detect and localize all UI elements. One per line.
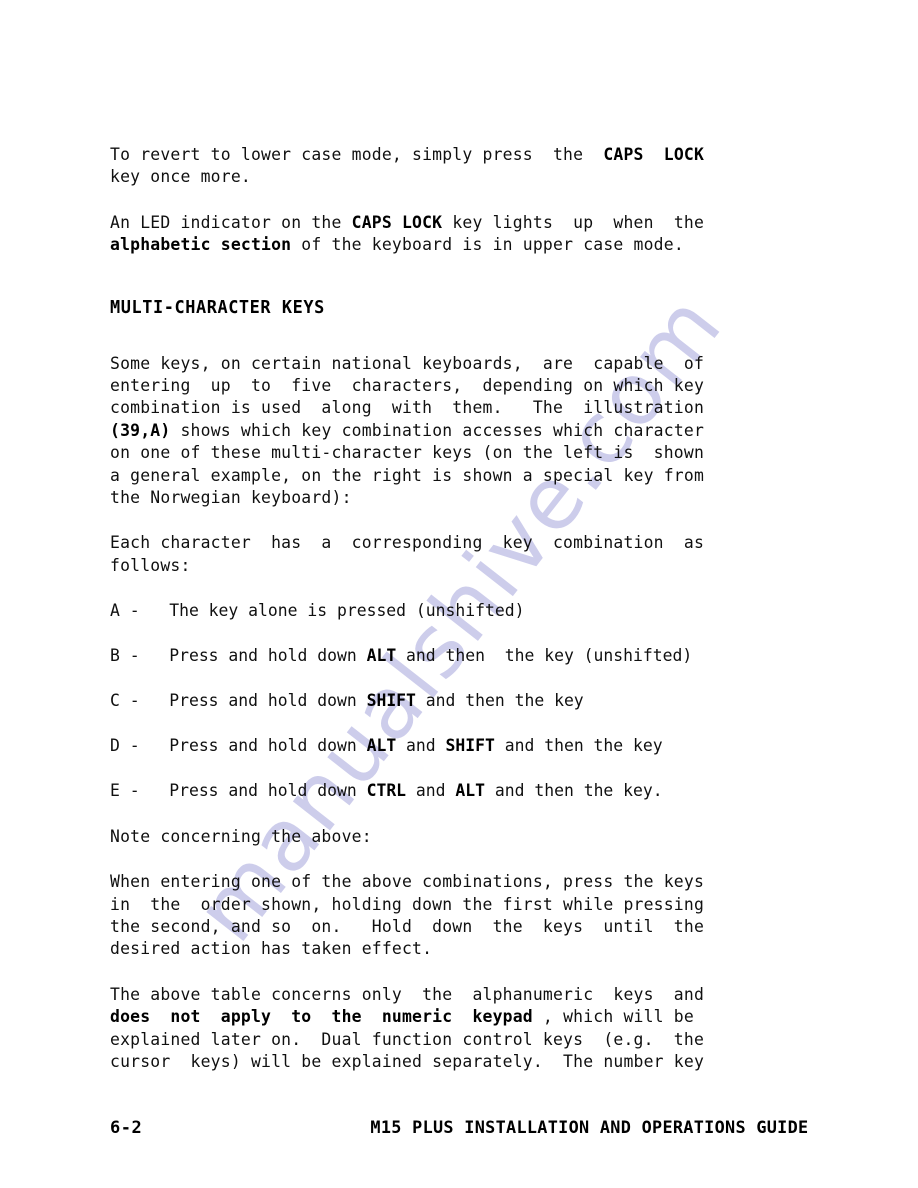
list-item-letter: E - — [110, 781, 140, 801]
list-item-letter: B - — [110, 646, 140, 666]
caps-lock-key-bold-1: CAPS LOCK — [603, 145, 705, 164]
numeric-keypad-bold: does not apply to the numeric keypad — [110, 1007, 533, 1027]
paragraph-2-text-c: of the keyboard is in upper case mode. — [291, 235, 684, 255]
list-item-text-after: and then the key. — [485, 781, 663, 801]
list-item-key-1: ALT — [366, 736, 397, 756]
paragraph-led-indicator: An LED indicator on the CAPS LOCK key li… — [110, 212, 810, 257]
paragraph-2-text-b: key lights up when the — [452, 212, 705, 232]
paragraph-when-entering: When entering one of the above combinati… — [110, 872, 705, 959]
paragraph-note-concerning: Note concerning the above: — [110, 826, 372, 846]
list-item-letter: D - — [110, 736, 140, 756]
page-footer: 6-2 M15 PLUS INSTALLATION AND OPERATIONS… — [110, 1118, 808, 1138]
list-item: D - Press and hold down ALT and SHIFT an… — [110, 735, 810, 757]
paragraph-some-keys: Some keys, on certain national keyboards… — [110, 353, 810, 510]
paragraph-3-text-a: Some keys, on certain national keyboards… — [110, 353, 705, 418]
list-item-text-after: and then the key — [494, 736, 663, 756]
list-item-text-before: Press and hold down — [139, 691, 367, 711]
key-combination-list: A - The key alone is pressed (unshifted)… — [110, 600, 810, 802]
list-item-text-middle: and then the key (unshifted) — [396, 646, 693, 666]
page-content: To revert to lower case mode, simply pre… — [110, 144, 810, 1073]
list-item-text-middle: and — [406, 781, 456, 801]
footer-page-number: 6-2 — [110, 1118, 143, 1138]
list-item-key-1: CTRL — [366, 781, 407, 801]
list-item-text-before: The key alone is pressed (unshifted) — [139, 601, 525, 621]
paragraph-3-text-b: shows which key combination accesses whi… — [110, 420, 705, 508]
list-item: B - Press and hold down ALT and then the… — [110, 645, 810, 667]
paragraph-2-text-a: An LED indicator on the — [110, 212, 352, 232]
list-item-key-2: ALT — [455, 781, 486, 801]
list-item-text-before: Press and hold down — [139, 736, 367, 756]
paragraph-1-text-b: key once more. — [110, 167, 251, 187]
list-item-text-before: Press and hold down — [139, 646, 367, 666]
list-item-key-2: SHIFT — [445, 736, 495, 756]
paragraph-7-text-a: The above table concerns only the alphan… — [110, 984, 705, 1004]
footer-document-title: M15 PLUS INSTALLATION AND OPERATIONS GUI… — [369, 1118, 808, 1138]
list-item-letter: C - — [110, 691, 140, 711]
list-item: E - Press and hold down CTRL and ALT and… — [110, 780, 810, 802]
document-page: manualshive.com To revert to lower case … — [0, 0, 918, 1188]
list-item-key-1: SHIFT — [366, 691, 416, 711]
list-item: C - Press and hold down SHIFT and then t… — [110, 690, 810, 712]
list-item-text-before: Press and hold down — [139, 781, 367, 801]
list-item-key-1: ALT — [366, 646, 397, 666]
paragraph-each-character: Each character has a corresponding key c… — [110, 533, 705, 575]
alphabetic-section-bold: alphabetic section — [110, 235, 292, 255]
list-item-text-middle: and — [396, 736, 446, 756]
list-item-text-middle: and then the key — [415, 691, 584, 711]
list-item: A - The key alone is pressed (unshifted) — [110, 600, 810, 622]
caps-lock-key-bold-2: CAPS LOCK — [351, 212, 443, 232]
paragraph-1-text-a: To revert to lower case mode, simply pre… — [110, 145, 604, 164]
illustration-reference-bold: (39,A) — [110, 420, 171, 440]
list-item-letter: A - — [110, 601, 140, 621]
paragraph-above-table: The above table concerns only the alphan… — [110, 984, 810, 1074]
section-heading-multi-character-keys: MULTI-CHARACTER KEYS — [110, 297, 325, 318]
paragraph-revert-lower-case: To revert to lower case mode, simply pre… — [110, 144, 810, 189]
